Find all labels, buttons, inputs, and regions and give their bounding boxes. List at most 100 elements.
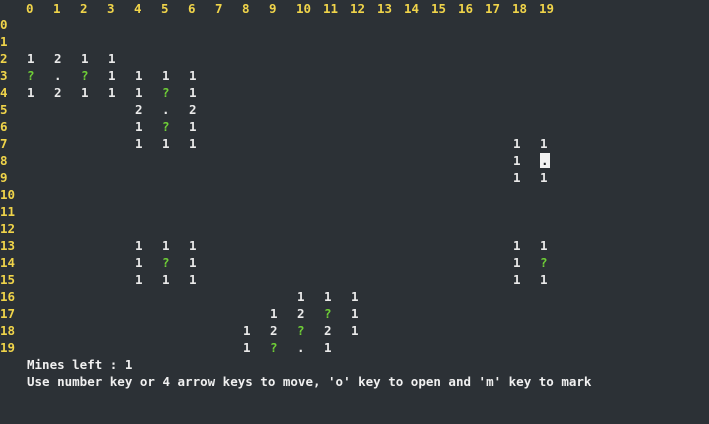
row-header: 14: [0, 255, 16, 270]
row-header: 8: [0, 153, 8, 168]
row-header: 17: [0, 306, 16, 321]
cursor-cell[interactable]: .: [540, 152, 550, 169]
row-header: 13: [0, 238, 16, 253]
number-cell[interactable]: 1: [189, 254, 197, 271]
number-cell[interactable]: 2: [54, 50, 62, 67]
number-cell[interactable]: 1: [513, 135, 521, 152]
number-cell[interactable]: 2: [324, 322, 332, 339]
number-cell[interactable]: 1: [351, 305, 359, 322]
number-cell[interactable]: 1: [189, 237, 197, 254]
unknown-cell-marker[interactable]: ?: [27, 67, 35, 84]
number-cell[interactable]: 1: [540, 169, 548, 186]
column-header: 13: [377, 1, 393, 16]
number-cell[interactable]: 1: [27, 50, 35, 67]
mines-left-counter: Mines left : 1: [27, 357, 133, 372]
number-cell[interactable]: 2: [270, 322, 278, 339]
number-cell[interactable]: 1: [324, 339, 332, 356]
row-header: 0: [0, 17, 8, 32]
number-cell[interactable]: 2: [189, 101, 197, 118]
controls-instructions: Use number key or 4 arrow keys to move, …: [27, 374, 592, 389]
number-cell[interactable]: 1: [513, 237, 521, 254]
number-cell[interactable]: 1: [189, 271, 197, 288]
number-cell[interactable]: 1: [540, 135, 548, 152]
number-cell[interactable]: 1: [351, 322, 359, 339]
column-header: 11: [323, 1, 339, 16]
number-cell[interactable]: 1: [189, 118, 197, 135]
number-cell[interactable]: 1: [135, 135, 143, 152]
number-cell[interactable]: 1: [540, 237, 548, 254]
number-cell[interactable]: 1: [27, 84, 35, 101]
unknown-cell-marker[interactable]: ?: [81, 67, 89, 84]
column-header: 8: [242, 1, 250, 16]
opened-empty-cell[interactable]: .: [54, 67, 62, 84]
number-cell[interactable]: 1: [162, 237, 170, 254]
unknown-cell-marker[interactable]: ?: [324, 305, 332, 322]
number-cell[interactable]: 1: [135, 118, 143, 135]
number-cell[interactable]: 1: [108, 50, 116, 67]
number-cell[interactable]: 1: [162, 67, 170, 84]
column-header: 7: [215, 1, 223, 16]
row-header: 3: [0, 68, 8, 83]
column-header: 4: [134, 1, 142, 16]
row-header: 4: [0, 85, 8, 100]
column-header: 3: [107, 1, 115, 16]
number-cell[interactable]: 1: [135, 254, 143, 271]
row-header: 5: [0, 102, 8, 117]
number-cell[interactable]: 1: [189, 135, 197, 152]
number-cell[interactable]: 1: [108, 67, 116, 84]
column-header: 6: [188, 1, 196, 16]
number-cell[interactable]: 1: [513, 254, 521, 271]
unknown-cell-marker[interactable]: ?: [297, 322, 305, 339]
number-cell[interactable]: 1: [297, 288, 305, 305]
row-header: 1: [0, 34, 8, 49]
number-cell[interactable]: 1: [243, 322, 251, 339]
number-cell[interactable]: 1: [189, 67, 197, 84]
opened-empty-cell[interactable]: .: [162, 101, 170, 118]
number-cell[interactable]: 1: [135, 271, 143, 288]
row-header: 10: [0, 187, 16, 202]
number-cell[interactable]: 1: [513, 152, 521, 169]
row-header: 11: [0, 204, 16, 219]
number-cell[interactable]: 2: [297, 305, 305, 322]
row-header: 9: [0, 170, 8, 185]
unknown-cell-marker[interactable]: ?: [270, 339, 278, 356]
number-cell[interactable]: 1: [135, 67, 143, 84]
column-header: 18: [512, 1, 528, 16]
number-cell[interactable]: 1: [270, 305, 278, 322]
number-cell[interactable]: 1: [243, 339, 251, 356]
unknown-cell-marker[interactable]: ?: [162, 118, 170, 135]
number-cell[interactable]: 1: [513, 271, 521, 288]
number-cell[interactable]: 1: [108, 84, 116, 101]
number-cell[interactable]: 1: [189, 84, 197, 101]
number-cell[interactable]: 1: [513, 169, 521, 186]
number-cell[interactable]: 1: [540, 271, 548, 288]
number-cell[interactable]: 1: [135, 84, 143, 101]
column-header: 12: [350, 1, 366, 16]
number-cell[interactable]: 1: [324, 288, 332, 305]
row-header: 7: [0, 136, 8, 151]
selection-cursor: .: [540, 153, 550, 168]
opened-empty-cell[interactable]: .: [297, 339, 305, 356]
number-cell[interactable]: 1: [135, 237, 143, 254]
number-cell[interactable]: 2: [135, 101, 143, 118]
row-header: 6: [0, 119, 8, 134]
number-cell[interactable]: 1: [162, 271, 170, 288]
number-cell[interactable]: 1: [81, 50, 89, 67]
number-cell[interactable]: 1: [81, 84, 89, 101]
unknown-cell-marker[interactable]: ?: [162, 84, 170, 101]
column-header: 15: [431, 1, 447, 16]
column-header: 2: [80, 1, 88, 16]
column-header: 19: [539, 1, 555, 16]
number-cell[interactable]: 1: [351, 288, 359, 305]
unknown-cell-marker[interactable]: ?: [162, 254, 170, 271]
row-header: 16: [0, 289, 16, 304]
column-header: 5: [161, 1, 169, 16]
column-header: 14: [404, 1, 420, 16]
number-cell[interactable]: 2: [54, 84, 62, 101]
column-header: 16: [458, 1, 474, 16]
row-header: 19: [0, 340, 16, 355]
column-header: 17: [485, 1, 501, 16]
unknown-cell-marker[interactable]: ?: [540, 254, 548, 271]
row-header: 2: [0, 51, 8, 66]
number-cell[interactable]: 1: [162, 135, 170, 152]
